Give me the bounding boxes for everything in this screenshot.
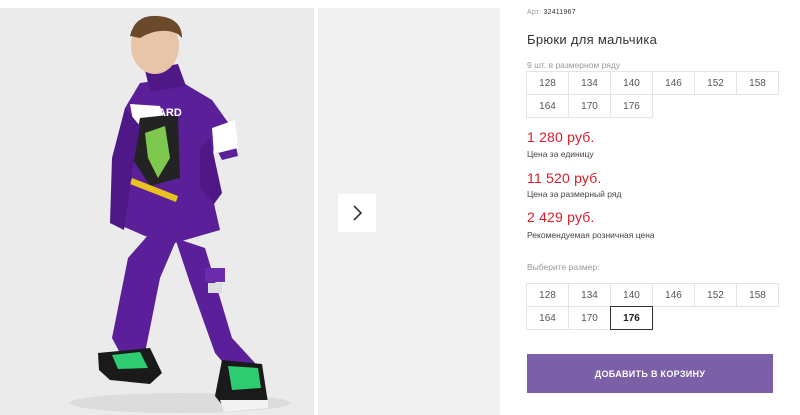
size-range-cell: 128: [526, 71, 569, 95]
size-option[interactable]: 146: [652, 283, 695, 307]
size-range-grid: 128 134 140 146 152 158 164 170 176: [526, 71, 779, 118]
size-range-cell: 164: [526, 94, 569, 118]
retail-price-label: Рекомендуемая розничная цена: [527, 230, 655, 240]
svg-text:HARD: HARD: [150, 107, 182, 119]
size-option[interactable]: 140: [610, 283, 653, 307]
size-option[interactable]: 134: [568, 283, 611, 307]
article-number: Арт: 32411967: [527, 9, 576, 16]
range-price-label: Цена за размерный ряд: [527, 189, 622, 199]
range-price: 11 520 руб.: [527, 170, 602, 186]
product-photo-main[interactable]: HARD: [0, 8, 314, 415]
size-range-cell: 152: [694, 71, 737, 95]
size-range-cell: 158: [736, 71, 779, 95]
product-title: Брюки для мальчика: [527, 32, 658, 47]
size-option[interactable]: 152: [694, 283, 737, 307]
add-to-cart-button[interactable]: ДОБАВИТЬ В КОРЗИНУ: [527, 354, 773, 393]
size-picker-label: Выберите размер:: [527, 262, 600, 272]
size-option[interactable]: 170: [568, 306, 611, 330]
size-option[interactable]: 158: [736, 283, 779, 307]
size-picker: 128 134 140 146 152 158 164 170 176: [526, 283, 779, 330]
pack-note: 9 шт. в размерном ряду: [527, 60, 621, 70]
chevron-right-icon: [353, 205, 363, 221]
unit-price-label: Цена за единицу: [527, 149, 594, 159]
retail-price: 2 429 руб.: [527, 209, 595, 225]
size-option[interactable]: 128: [526, 283, 569, 307]
size-range-cell: 170: [568, 94, 611, 118]
product-photo-illustration: HARD: [0, 8, 314, 415]
gallery-next-button[interactable]: [338, 194, 376, 232]
size-option[interactable]: 164: [526, 306, 569, 330]
size-range-cell: 176: [610, 94, 653, 118]
article-value: 32411967: [543, 9, 576, 16]
article-prefix: Арт:: [527, 9, 542, 16]
unit-price: 1 280 руб.: [527, 129, 595, 145]
size-range-cell: 146: [652, 71, 695, 95]
size-range-cell: 134: [568, 71, 611, 95]
size-option-selected[interactable]: 176: [610, 306, 653, 330]
size-range-cell: 140: [610, 71, 653, 95]
